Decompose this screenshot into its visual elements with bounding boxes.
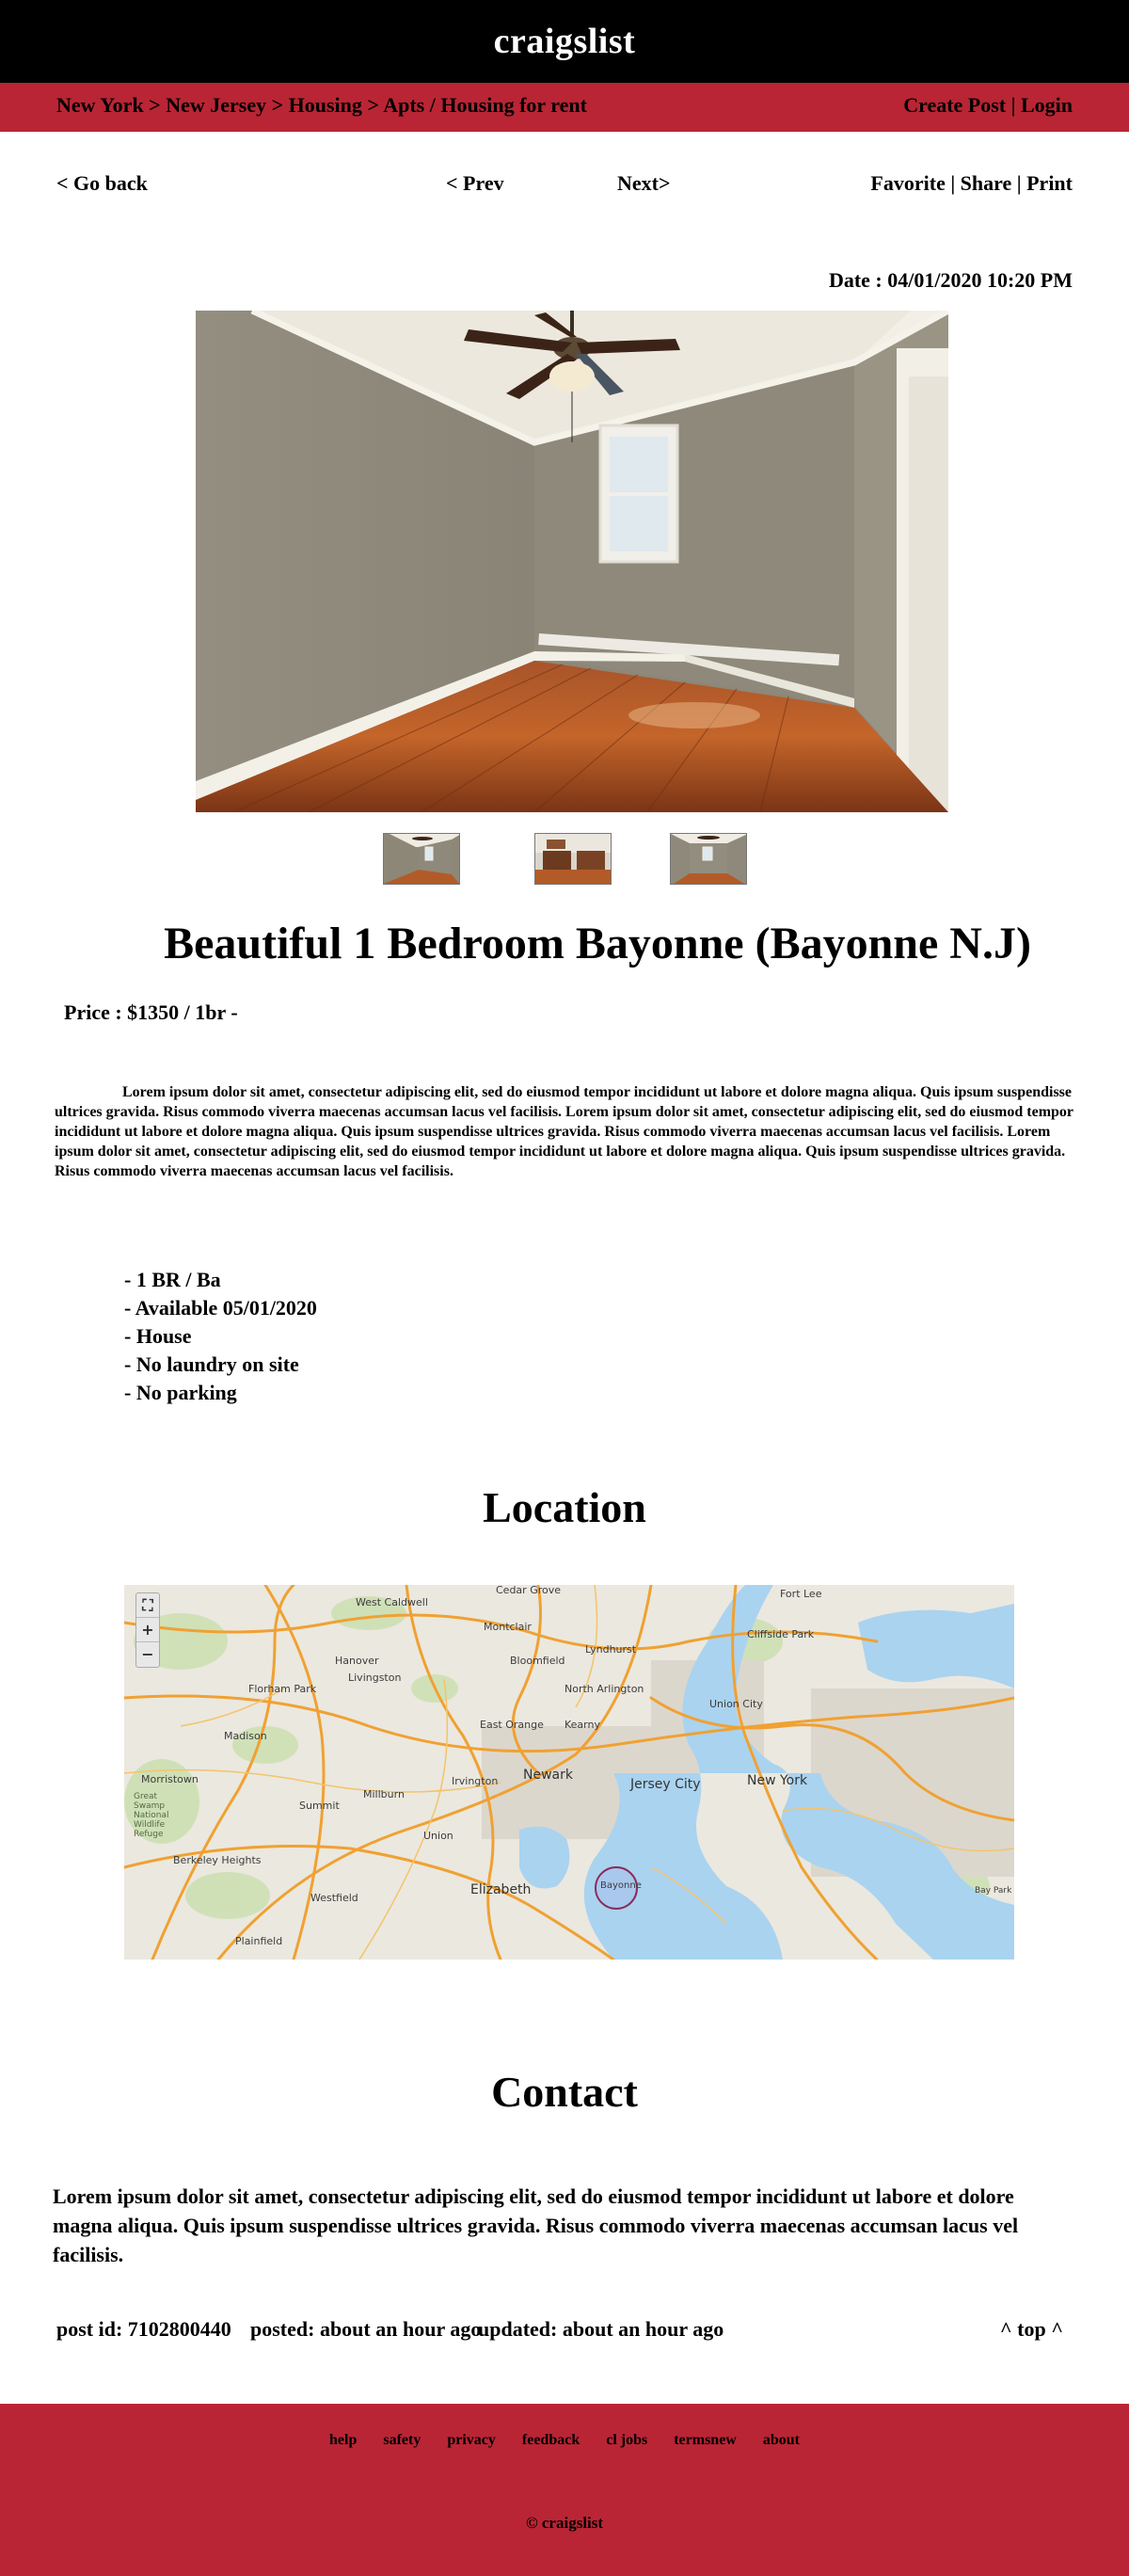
post-title: Beautiful 1 Bedroom Bayonne (Bayonne N.J… [164,919,1031,968]
attribute-item: - No laundry on site [124,1352,299,1376]
map-label: Kearny [564,1719,600,1731]
map-label: North Arlington [564,1683,644,1695]
zoom-out-button[interactable]: − [136,1642,159,1667]
map-label: Newark [523,1768,573,1783]
footer-links: help safety privacy feedback cl jobs ter… [0,2432,1129,2449]
footer-link-about[interactable]: about [763,2432,800,2449]
attribute-item: - 1 BR / Ba [124,1268,221,1291]
map-label: Berkeley Heights [173,1854,262,1866]
map-label: Jersey City [630,1777,701,1792]
map-label: West Caldwell [356,1596,428,1608]
site-logo[interactable]: craigslist [494,21,636,62]
fullscreen-icon[interactable]: ⛶ [136,1593,159,1618]
map-label: Lyndhurst [585,1643,637,1656]
post-attributes: - 1 BR / Ba - Available 05/01/2020 - Hou… [124,1266,317,1407]
footer-link-terms[interactable]: termsnew [674,2432,737,2449]
post-price: Price : $1350 / 1br - [64,1000,238,1024]
map-label: Hanover [335,1655,379,1667]
map-label: Livingston [348,1672,402,1684]
map-label: Union [423,1830,453,1842]
map-label: Millburn [363,1788,405,1800]
map-label: New York [747,1773,808,1788]
map-label: Irvington [452,1775,499,1787]
prev-link[interactable]: < Prev [446,171,504,196]
post-date: Date : 04/01/2020 10:20 PM [828,268,1073,292]
map-zoom-controls: ⛶ + − [135,1592,160,1668]
map-label: Bloomfield [510,1655,565,1667]
photo-thumbnail[interactable] [383,833,460,885]
main-photo[interactable] [196,311,948,812]
thumbnail-image [671,834,746,884]
photo-thumbnail[interactable] [670,833,747,885]
site-header: craigslist [0,0,1129,83]
map-label: Elizabeth [470,1882,532,1897]
thumbnail-image [535,834,611,884]
footer-link-cl-jobs[interactable]: cl jobs [606,2432,647,2449]
map-label: Cedar Grove [496,1585,562,1596]
account-links[interactable]: Create Post | Login [903,93,1073,118]
breadcrumb[interactable]: New York > New Jersey > Housing > Apts /… [56,93,587,118]
go-back-link[interactable]: < Go back [56,171,148,196]
footer-link-privacy[interactable]: privacy [447,2432,496,2449]
zoom-in-button[interactable]: + [136,1618,159,1642]
photo-thumbnail[interactable] [534,833,612,885]
map-label: Great Swamp National Wildlife Refuge [134,1792,169,1839]
map-label: Cliffside Park [747,1628,815,1640]
contact-heading: Contact [491,2068,638,2116]
map-label: Madison [224,1730,267,1742]
footer-link-feedback[interactable]: feedback [522,2432,580,2449]
footer-link-safety[interactable]: safety [383,2432,421,2449]
updated-time: updated: about an hour ago [478,2317,724,2341]
site-footer: help safety privacy feedback cl jobs ter… [0,2404,1129,2576]
map-label: Plainfield [235,1935,283,1947]
footer-link-help[interactable]: help [329,2432,357,2449]
posted-time: posted: about an hour ago [250,2317,482,2341]
map-label: Westfield [310,1892,358,1904]
contact-text: Lorem ipsum dolor sit amet, consectetur … [53,2184,1019,2266]
post-actions[interactable]: Favorite | Share | Print [870,171,1073,196]
map-label: Summit [299,1800,340,1812]
post-id: post id: 7102800440 [56,2317,231,2341]
map-label: Fort Lee [780,1588,822,1600]
next-link[interactable]: Next> [617,171,671,196]
breadcrumb-bar: New York > New Jersey > Housing > Apts /… [0,83,1129,132]
attribute-item: - No parking [124,1381,237,1404]
location-map[interactable]: Cedar Grove West Caldwell Montclair Fort… [124,1585,1014,1960]
copyright: © craigslist [525,2514,604,2532]
map-label: Morristown [141,1773,199,1785]
map-label: Florham Park [248,1683,317,1695]
map-label: Montclair [484,1621,532,1633]
attribute-item: - Available 05/01/2020 [124,1296,317,1320]
map-label: Bay Park [975,1886,1012,1896]
post-description: Lorem ipsum dolor sit amet, consectetur … [55,1084,1073,1179]
thumbnail-image [384,834,459,884]
attribute-item: - House [124,1324,192,1348]
post-navigation: < Go back < Prev Next> Favorite | Share … [0,171,1129,201]
back-to-top-link[interactable]: ^ top ^ [1000,2317,1063,2342]
map-label: Bayonne [600,1880,642,1891]
map-label: East Orange [480,1719,544,1731]
room-photo-image [196,311,948,812]
location-heading: Location [483,1483,646,1531]
map-label: Union City [709,1698,763,1710]
